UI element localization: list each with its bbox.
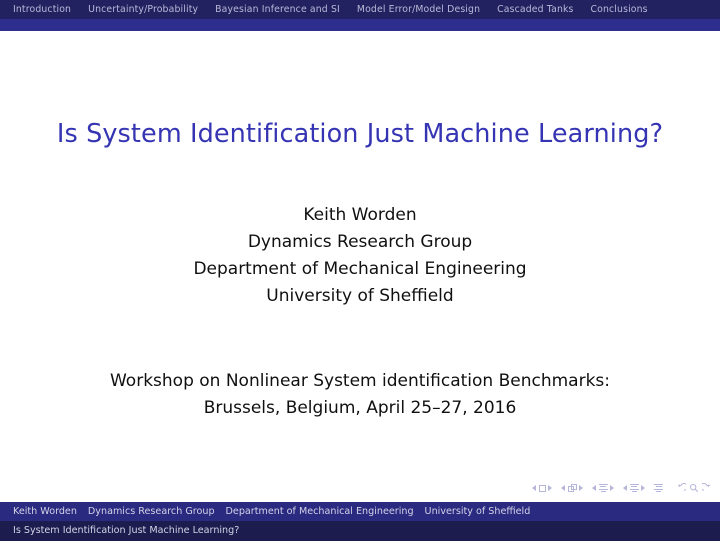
footer-presentation-title: Is System Identification Just Machine Le…	[13, 525, 240, 536]
slide-title: Is System Identification Just Machine Le…	[56, 119, 664, 149]
slide-next-icon[interactable]	[548, 485, 552, 491]
author-university: University of Sheffield	[266, 286, 454, 306]
slide-body: Is System Identification Just Machine Le…	[0, 31, 720, 502]
venue-event-name: Workshop on Nonlinear System identificat…	[109, 371, 611, 391]
subsection-next-icon[interactable]	[610, 485, 614, 491]
section-icon[interactable]	[629, 483, 639, 493]
nav-item-uncertainty-probability[interactable]: Uncertainty/Probability	[88, 0, 198, 19]
author-name: Keith Worden	[303, 205, 417, 225]
subsection-navigation-group	[592, 483, 614, 493]
subsection-previous-icon[interactable]	[592, 485, 596, 491]
author-group: Dynamics Research Group	[247, 232, 473, 252]
go-forward-icon[interactable]	[702, 483, 712, 493]
author-block: Keith Worden Dynamics Research Group Dep…	[0, 202, 720, 310]
nav-item-bayesian-inference-and-si[interactable]: Bayesian Inference and SI	[215, 0, 340, 19]
section-navigation-bar: Introduction Uncertainty/Probability Bay…	[0, 0, 720, 19]
footer-title-bar: Is System Identification Just Machine Le…	[0, 521, 720, 541]
go-back-icon[interactable]	[676, 483, 686, 493]
footer-author-group: Dynamics Research Group	[87, 506, 215, 517]
frame-navigation-group	[561, 484, 583, 492]
nav-item-model-error-model-design[interactable]: Model Error/Model Design	[357, 0, 480, 19]
frame-icon[interactable]	[567, 484, 577, 492]
frame-next-icon[interactable]	[579, 485, 583, 491]
document-icon[interactable]	[654, 483, 663, 493]
frame-previous-icon[interactable]	[561, 485, 565, 491]
subsection-icon[interactable]	[598, 483, 608, 493]
document-navigation-group	[654, 483, 663, 493]
presentation-slide: Introduction Uncertainty/Probability Bay…	[0, 0, 720, 541]
slide-previous-icon[interactable]	[532, 485, 536, 491]
nav-item-conclusions[interactable]: Conclusions	[591, 0, 648, 19]
venue-location-date: Brussels, Belgium, April 25–27, 2016	[203, 398, 517, 418]
author-department: Department of Mechanical Engineering	[193, 259, 527, 279]
beamer-navigation-symbols	[532, 480, 712, 496]
section-previous-icon[interactable]	[623, 485, 627, 491]
footer-author-department: Department of Mechanical Engineering	[225, 506, 414, 517]
footer-author-name: Keith Worden	[13, 506, 77, 517]
section-next-icon[interactable]	[641, 485, 645, 491]
navigation-accent-strip	[0, 19, 720, 31]
nav-item-cascaded-tanks[interactable]: Cascaded Tanks	[497, 0, 573, 19]
venue-block: Workshop on Nonlinear System identificat…	[0, 368, 720, 422]
slide-navigation-group	[532, 484, 552, 492]
history-navigation-group	[676, 483, 712, 493]
footer-author-bar: Keith Worden Dynamics Research Group Dep…	[0, 502, 720, 521]
section-navigation-group	[623, 483, 645, 493]
slide-icon[interactable]	[538, 484, 546, 492]
footer-author-university: University of Sheffield	[424, 506, 531, 517]
search-icon[interactable]	[689, 483, 699, 493]
nav-item-introduction[interactable]: Introduction	[13, 0, 71, 19]
